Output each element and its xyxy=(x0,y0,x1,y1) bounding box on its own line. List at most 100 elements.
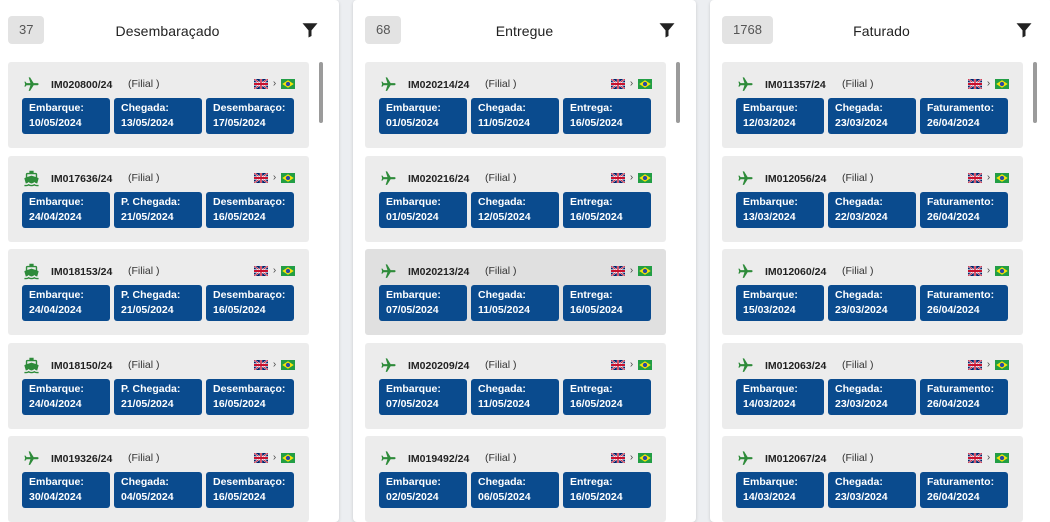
route-arrow: › xyxy=(986,358,991,370)
date-box: Faturamento: 26/04/2024 xyxy=(920,285,1008,321)
branch-label: (Filial ) xyxy=(128,78,160,90)
date-label: Faturamento: xyxy=(927,102,995,114)
date-box: Entrega: 16/05/2024 xyxy=(563,285,651,321)
process-card[interactable]: IM017636/24 (Filial ) › Embarque: 24/04/2024… xyxy=(8,155,309,242)
date-value: 01/05/2024 xyxy=(386,117,439,129)
date-label: Chegada: xyxy=(478,289,526,301)
column-header: 1768 Faturado xyxy=(710,0,1050,62)
date-row: Embarque: 10/05/2024 Chegada: 13/05/2024 Des… xyxy=(22,98,294,134)
route-flags: › xyxy=(968,266,1009,276)
column-title: Entregue xyxy=(495,23,554,39)
branch-label: (Filial ) xyxy=(485,78,517,90)
process-card[interactable]: IM020800/24 (Filial ) › Embarque: 10/05/2024… xyxy=(8,62,309,148)
date-value: 16/05/2024 xyxy=(213,491,266,503)
date-box: Embarque: 10/05/2024 xyxy=(22,98,110,134)
process-card[interactable]: IM019326/24 (Filial ) › Embarque: 30/04/2024… xyxy=(8,436,309,522)
date-label: Embarque: xyxy=(743,382,798,395)
process-code: IM019326/24 xyxy=(51,453,113,465)
date-row: Embarque: 13/03/2024 Chegada: 22/03/2024 Fat… xyxy=(736,191,1008,228)
date-label: Embarque: xyxy=(29,102,84,114)
date-value: 23/03/2024 xyxy=(835,117,888,129)
date-box: Embarque: 24/04/2024 xyxy=(22,191,110,228)
date-value: 23/03/2024 xyxy=(835,304,888,316)
filter-icon[interactable] xyxy=(1015,21,1033,39)
process-card[interactable]: IM020209/24 (Filial ) › Embarque: 07/05/2024… xyxy=(365,342,666,429)
card-list: IM011357/24 (Filial ) › Embarque: 12/03/2024… xyxy=(722,62,1023,522)
date-box: Chegada: 23/03/2024 xyxy=(828,285,916,321)
route-flags: › xyxy=(254,453,295,463)
branch-label: (Filial ) xyxy=(842,78,874,90)
process-card[interactable]: IM018150/24 (Filial ) › Embarque: 24/04/2024… xyxy=(8,342,309,429)
date-value: 16/05/2024 xyxy=(570,304,623,316)
date-label: Chegada: xyxy=(478,195,526,208)
process-card[interactable]: IM018153/24 (Filial ) › Embarque: 24/04/2024… xyxy=(8,249,309,335)
date-value: 13/03/2024 xyxy=(743,210,796,223)
route-arrow: › xyxy=(986,452,991,463)
date-box: Embarque: 14/03/2024 xyxy=(736,472,824,508)
process-card[interactable]: IM012056/24 (Filial ) › Embarque: 13/03/2024… xyxy=(722,155,1023,242)
branch-label: (Filial ) xyxy=(842,265,874,277)
branch-label: (Filial ) xyxy=(128,452,160,464)
date-value: 30/04/2024 xyxy=(29,491,82,503)
date-row: Embarque: 01/05/2024 Chegada: 11/05/2024 Ent… xyxy=(379,98,651,134)
card-header: IM012060/24 (Filial ) › xyxy=(722,249,1023,282)
card-header: IM018150/24 (Filial ) › xyxy=(8,343,309,376)
process-code: IM020214/24 xyxy=(408,79,470,91)
date-value: 22/03/2024 xyxy=(835,210,888,223)
date-row: Embarque: 15/03/2024 Chegada: 23/03/2024 Fat… xyxy=(736,285,1008,321)
branch-label: (Filial ) xyxy=(842,358,874,371)
process-card[interactable]: IM011357/24 (Filial ) › Embarque: 12/03/2024… xyxy=(722,62,1023,148)
date-box: Embarque: 07/05/2024 xyxy=(379,378,467,415)
date-label: Embarque: xyxy=(743,476,798,488)
process-card[interactable]: IM019492/24 (Filial ) › Embarque: 02/05/2024… xyxy=(365,436,666,522)
process-card[interactable]: IM012060/24 (Filial ) › Embarque: 15/03/2024… xyxy=(722,249,1023,335)
filter-icon[interactable] xyxy=(301,21,319,39)
process-card[interactable]: IM020216/24 (Filial ) › Embarque: 01/05/2024… xyxy=(365,155,666,242)
date-label: Embarque: xyxy=(743,102,798,114)
route-flags: › xyxy=(254,359,295,370)
brazil-flag-icon xyxy=(995,79,1009,89)
card-header: IM012067/24 (Filial ) › xyxy=(722,436,1023,469)
brazil-flag-icon xyxy=(281,79,295,89)
branch-label: (Filial ) xyxy=(128,265,160,277)
filter-icon[interactable] xyxy=(658,21,676,39)
date-value: 11/05/2024 xyxy=(478,304,530,316)
date-row: Embarque: 02/05/2024 Chegada: 06/05/2024 Ent… xyxy=(379,472,651,508)
scrollbar-thumb[interactable] xyxy=(1033,62,1037,123)
process-card[interactable]: IM020213/24 (Filial ) › Embarque: 07/05/2024… xyxy=(365,249,666,335)
date-label: Chegada: xyxy=(478,382,526,395)
date-label: Desembaraço: xyxy=(213,289,286,301)
date-label: Faturamento: xyxy=(927,382,995,395)
date-value: 12/03/2024 xyxy=(743,117,796,129)
airplane-icon xyxy=(381,451,396,465)
scrollbar-thumb[interactable] xyxy=(319,62,323,123)
process-code: IM019492/24 xyxy=(408,453,470,465)
process-card[interactable]: IM020214/24 (Filial ) › Embarque: 01/05/2024… xyxy=(365,62,666,148)
date-label: Chegada: xyxy=(835,102,883,114)
date-box: Entrega: 16/05/2024 xyxy=(563,472,651,508)
brazil-flag-icon xyxy=(638,359,652,370)
process-code: IM012060/24 xyxy=(765,266,827,278)
date-row: Embarque: 14/03/2024 Chegada: 23/03/2024 Fat… xyxy=(736,472,1008,508)
brazil-flag-icon xyxy=(995,266,1009,276)
branch-label: (Filial ) xyxy=(485,358,517,371)
process-code: IM020209/24 xyxy=(408,359,470,372)
date-row: Embarque: 12/03/2024 Chegada: 23/03/2024 Fat… xyxy=(736,98,1008,134)
route-arrow: › xyxy=(629,358,634,370)
uk-flag-icon xyxy=(611,359,625,370)
date-value: 12/05/2024 xyxy=(478,210,531,223)
date-box: Chegada: 23/03/2024 xyxy=(828,472,916,508)
column-faturado: 1768 Faturado IM011357/24 (Filial ) › Embarqu… xyxy=(710,0,1050,522)
date-label: Embarque: xyxy=(743,289,798,301)
airplane-icon xyxy=(738,77,753,91)
process-code: IM020216/24 xyxy=(408,172,470,185)
date-row: Embarque: 30/04/2024 Chegada: 04/05/2024 Des… xyxy=(22,472,294,508)
date-row: Embarque: 24/04/2024 P. Chegada: 21/05/2024… xyxy=(22,378,294,415)
process-card[interactable]: IM012063/24 (Filial ) › Embarque: 14/03/2024… xyxy=(722,342,1023,429)
date-box: Entrega: 16/05/2024 xyxy=(563,378,651,415)
card-list: IM020214/24 (Filial ) › Embarque: 01/05/2024… xyxy=(365,62,666,522)
process-card[interactable]: IM012067/24 (Filial ) › Embarque: 14/03/2024… xyxy=(722,436,1023,522)
scrollbar-thumb[interactable] xyxy=(676,62,680,123)
route-arrow: › xyxy=(986,78,991,89)
card-header: IM020209/24 (Filial ) › xyxy=(365,343,666,376)
